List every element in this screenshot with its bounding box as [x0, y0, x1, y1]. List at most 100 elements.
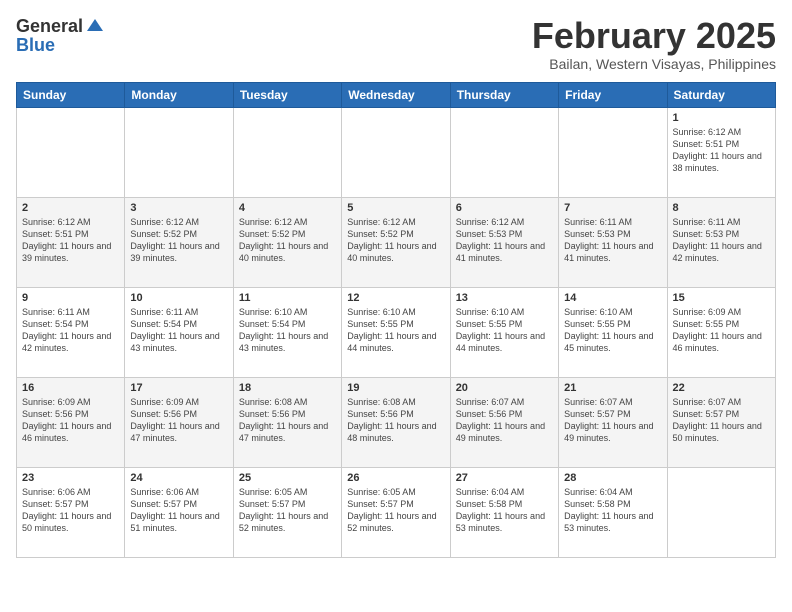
day-number: 12: [347, 292, 444, 304]
day-number: 14: [564, 292, 661, 304]
calendar-cell: 1 Sunrise: 6:12 AM Sunset: 5:51 PM Daylig…: [667, 107, 775, 197]
day-info-text: Sunrise: 6:08 AM Sunset: 5:56 PM Dayligh…: [239, 396, 336, 445]
day-number: 6: [456, 202, 553, 214]
day-info-text: Sunrise: 6:11 AM Sunset: 5:53 PM Dayligh…: [564, 216, 661, 265]
day-number: 3: [130, 202, 227, 214]
calendar-cell: [233, 107, 341, 197]
day-info-text: Sunrise: 6:07 AM Sunset: 5:57 PM Dayligh…: [564, 396, 661, 445]
calendar-cell: 5 Sunrise: 6:12 AM Sunset: 5:52 PM Daylig…: [342, 197, 450, 287]
calendar-table: SundayMondayTuesdayWednesdayThursdayFrid…: [16, 82, 776, 558]
day-info-text: Sunrise: 6:09 AM Sunset: 5:56 PM Dayligh…: [130, 396, 227, 445]
calendar-cell: 28 Sunrise: 6:04 AM Sunset: 5:58 PM Dayli…: [559, 467, 667, 557]
calendar-cell: 14 Sunrise: 6:10 AM Sunset: 5:55 PM Dayli…: [559, 287, 667, 377]
logo-icon: [85, 17, 105, 37]
day-info-text: Sunrise: 6:11 AM Sunset: 5:54 PM Dayligh…: [22, 306, 119, 355]
day-of-week-tuesday: Tuesday: [233, 82, 341, 107]
day-info-text: Sunrise: 6:10 AM Sunset: 5:55 PM Dayligh…: [456, 306, 553, 355]
calendar-cell: 20 Sunrise: 6:07 AM Sunset: 5:56 PM Dayli…: [450, 377, 558, 467]
day-number: 27: [456, 472, 553, 484]
day-number: 23: [22, 472, 119, 484]
calendar-cell: 10Sunrise: 6:11 AM Sunset: 5:54 PM Dayli…: [125, 287, 233, 377]
day-info-text: Sunrise: 6:12 AM Sunset: 5:53 PM Dayligh…: [456, 216, 553, 265]
day-number: 24: [130, 472, 227, 484]
day-number: 7: [564, 202, 661, 214]
day-of-week-monday: Monday: [125, 82, 233, 107]
calendar-cell: [667, 467, 775, 557]
calendar-week-4: 16 Sunrise: 6:09 AM Sunset: 5:56 PM Dayli…: [17, 377, 776, 467]
day-info-text: Sunrise: 6:12 AM Sunset: 5:51 PM Dayligh…: [22, 216, 119, 265]
calendar-cell: 19Sunrise: 6:08 AM Sunset: 5:56 PM Dayli…: [342, 377, 450, 467]
calendar-cell: 7 Sunrise: 6:11 AM Sunset: 5:53 PM Daylig…: [559, 197, 667, 287]
day-number: 26: [347, 472, 444, 484]
day-of-week-sunday: Sunday: [17, 82, 125, 107]
logo: General Blue: [16, 16, 105, 56]
calendar-week-2: 2 Sunrise: 6:12 AM Sunset: 5:51 PM Daylig…: [17, 197, 776, 287]
day-info-text: Sunrise: 6:12 AM Sunset: 5:52 PM Dayligh…: [130, 216, 227, 265]
calendar-cell: 4 Sunrise: 6:12 AM Sunset: 5:52 PM Daylig…: [233, 197, 341, 287]
calendar-cell: 24 Sunrise: 6:06 AM Sunset: 5:57 PM Dayli…: [125, 467, 233, 557]
calendar-cell: [17, 107, 125, 197]
page-header: General Blue February 2025 Bailan, Weste…: [16, 16, 776, 72]
day-info-text: Sunrise: 6:07 AM Sunset: 5:56 PM Dayligh…: [456, 396, 553, 445]
day-number: 17: [130, 382, 227, 394]
calendar-cell: 8 Sunrise: 6:11 AM Sunset: 5:53 PM Daylig…: [667, 197, 775, 287]
day-info-text: Sunrise: 6:07 AM Sunset: 5:57 PM Dayligh…: [673, 396, 770, 445]
calendar-cell: 16Sunrise: 6:09 AM Sunset: 5:56 PM Dayli…: [17, 377, 125, 467]
day-number: 20: [456, 382, 553, 394]
day-info-text: Sunrise: 6:12 AM Sunset: 5:52 PM Dayligh…: [347, 216, 444, 265]
calendar-cell: 12Sunrise: 6:10 AM Sunset: 5:55 PM Dayli…: [342, 287, 450, 377]
day-number: 19: [347, 382, 444, 394]
calendar-cell: 15Sunrise: 6:09 AM Sunset: 5:55 PM Dayli…: [667, 287, 775, 377]
day-number: 15: [673, 292, 770, 304]
day-of-week-wednesday: Wednesday: [342, 82, 450, 107]
day-of-week-thursday: Thursday: [450, 82, 558, 107]
calendar-cell: 18Sunrise: 6:08 AM Sunset: 5:56 PM Dayli…: [233, 377, 341, 467]
calendar-cell: 6 Sunrise: 6:12 AM Sunset: 5:53 PM Daylig…: [450, 197, 558, 287]
calendar-cell: [559, 107, 667, 197]
day-number: 8: [673, 202, 770, 214]
day-info-text: Sunrise: 6:11 AM Sunset: 5:53 PM Dayligh…: [673, 216, 770, 265]
calendar-cell: 2 Sunrise: 6:12 AM Sunset: 5:51 PM Daylig…: [17, 197, 125, 287]
calendar-week-1: 1 Sunrise: 6:12 AM Sunset: 5:51 PM Daylig…: [17, 107, 776, 197]
day-number: 25: [239, 472, 336, 484]
calendar-cell: 13Sunrise: 6:10 AM Sunset: 5:55 PM Dayli…: [450, 287, 558, 377]
calendar-week-3: 9 Sunrise: 6:11 AM Sunset: 5:54 PM Daylig…: [17, 287, 776, 377]
calendar-cell: 25 Sunrise: 6:05 AM Sunset: 5:57 PM Dayli…: [233, 467, 341, 557]
calendar-cell: [342, 107, 450, 197]
day-info-text: Sunrise: 6:12 AM Sunset: 5:51 PM Dayligh…: [673, 126, 770, 175]
calendar-cell: [450, 107, 558, 197]
calendar-cell: 11Sunrise: 6:10 AM Sunset: 5:54 PM Dayli…: [233, 287, 341, 377]
day-info-text: Sunrise: 6:05 AM Sunset: 5:57 PM Dayligh…: [347, 486, 444, 535]
day-info-text: Sunrise: 6:05 AM Sunset: 5:57 PM Dayligh…: [239, 486, 336, 535]
calendar-cell: 17 Sunrise: 6:09 AM Sunset: 5:56 PM Dayli…: [125, 377, 233, 467]
calendar-cell: 3 Sunrise: 6:12 AM Sunset: 5:52 PM Daylig…: [125, 197, 233, 287]
day-number: 16: [22, 382, 119, 394]
calendar-cell: 22 Sunrise: 6:07 AM Sunset: 5:57 PM Dayli…: [667, 377, 775, 467]
day-info-text: Sunrise: 6:06 AM Sunset: 5:57 PM Dayligh…: [22, 486, 119, 535]
day-number: 1: [673, 112, 770, 124]
day-number: 28: [564, 472, 661, 484]
title-area: February 2025 Bailan, Western Visayas, P…: [532, 16, 776, 72]
day-number: 9: [22, 292, 119, 304]
calendar-cell: 9 Sunrise: 6:11 AM Sunset: 5:54 PM Daylig…: [17, 287, 125, 377]
calendar-cell: 27 Sunrise: 6:04 AM Sunset: 5:58 PM Dayli…: [450, 467, 558, 557]
day-number: 4: [239, 202, 336, 214]
calendar-cell: 21Sunrise: 6:07 AM Sunset: 5:57 PM Dayli…: [559, 377, 667, 467]
day-info-text: Sunrise: 6:10 AM Sunset: 5:54 PM Dayligh…: [239, 306, 336, 355]
logo-blue-text: Blue: [16, 35, 55, 56]
month-title: February 2025: [532, 16, 776, 56]
location-text: Bailan, Western Visayas, Philippines: [532, 56, 776, 72]
day-number: 2: [22, 202, 119, 214]
day-info-text: Sunrise: 6:10 AM Sunset: 5:55 PM Dayligh…: [564, 306, 661, 355]
day-info-text: Sunrise: 6:04 AM Sunset: 5:58 PM Dayligh…: [456, 486, 553, 535]
calendar-header-row: SundayMondayTuesdayWednesdayThursdayFrid…: [17, 82, 776, 107]
day-number: 5: [347, 202, 444, 214]
calendar-cell: 23 Sunrise: 6:06 AM Sunset: 5:57 PM Dayli…: [17, 467, 125, 557]
logo-general-text: General: [16, 16, 83, 37]
day-info-text: Sunrise: 6:04 AM Sunset: 5:58 PM Dayligh…: [564, 486, 661, 535]
calendar-cell: 26 Sunrise: 6:05 AM Sunset: 5:57 PM Dayli…: [342, 467, 450, 557]
day-info-text: Sunrise: 6:06 AM Sunset: 5:57 PM Dayligh…: [130, 486, 227, 535]
day-info-text: Sunrise: 6:12 AM Sunset: 5:52 PM Dayligh…: [239, 216, 336, 265]
day-number: 22: [673, 382, 770, 394]
calendar-cell: [125, 107, 233, 197]
